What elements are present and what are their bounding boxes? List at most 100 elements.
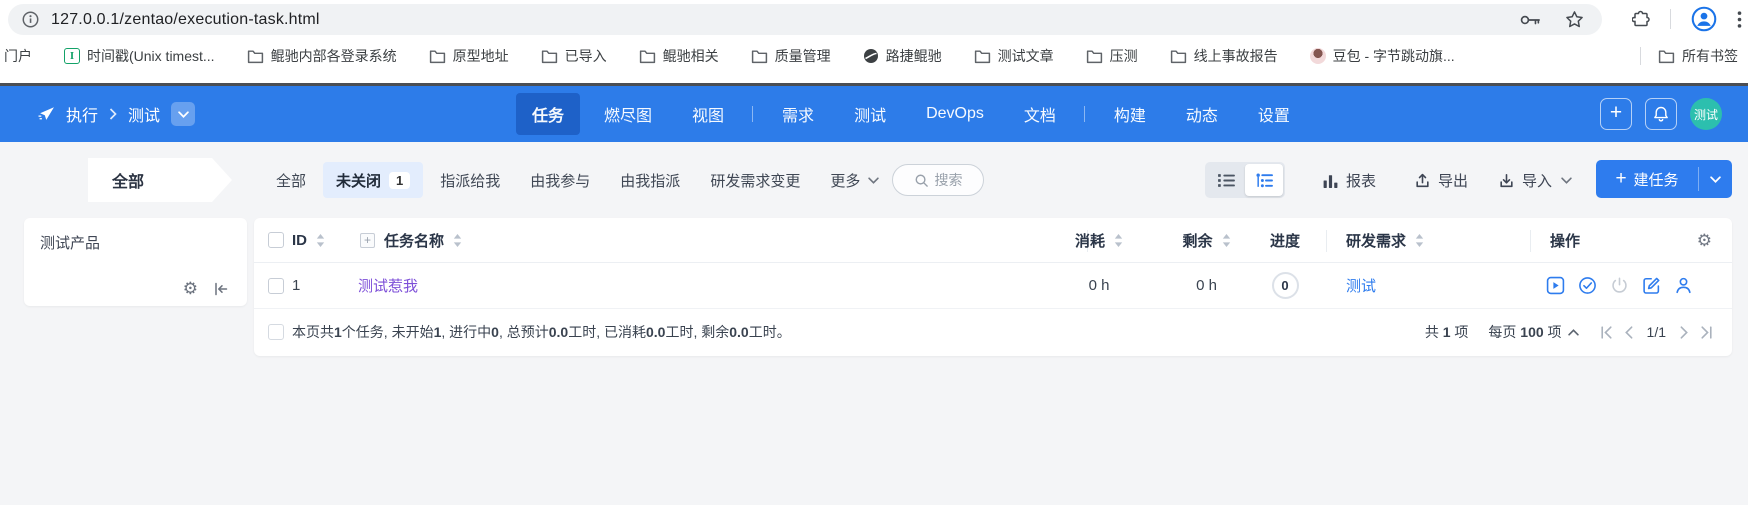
address-bar[interactable]: 127.0.0.1/zentao/execution-task.html <box>8 4 1602 35</box>
finish-task-icon[interactable] <box>1578 276 1597 295</box>
bookmark-item[interactable]: I 鲲驰相关 <box>639 46 719 66</box>
report-button[interactable]: 报表 <box>1322 162 1376 198</box>
filter-tab[interactable]: 由我参与 <box>517 162 603 198</box>
nav-item[interactable]: 动态 <box>1170 93 1234 135</box>
create-task-button[interactable]: + 建任务 <box>1596 160 1732 198</box>
nav-item[interactable]: 任务 <box>516 93 581 135</box>
close-task-icon[interactable] <box>1610 276 1629 295</box>
nav-item[interactable]: 视图 <box>676 93 740 135</box>
notifications-bell-icon[interactable] <box>1645 98 1677 130</box>
filter-tab[interactable]: 更多 <box>817 162 892 198</box>
requirement-link[interactable]: 测试 <box>1346 263 1376 308</box>
folder-icon <box>247 49 264 64</box>
column-actions: 操作 <box>1550 232 1581 250</box>
expand-all-icon[interactable]: + <box>360 232 375 248</box>
user-avatar[interactable]: 测试 <box>1690 98 1722 130</box>
bookmark-item[interactable]: I 路捷鲲驰 <box>863 46 942 66</box>
nav-item[interactable]: 燃尽图 <box>588 93 668 135</box>
column-consumed[interactable]: 消耗 <box>1044 218 1154 262</box>
next-page-button[interactable] <box>1676 325 1691 340</box>
task-name-link[interactable]: 测试惹我 <box>358 263 418 308</box>
nav-item[interactable]: 需求 <box>752 93 830 135</box>
sort-icon[interactable] <box>1222 233 1231 247</box>
assign-task-icon[interactable] <box>1674 276 1693 295</box>
global-add-button[interactable]: + <box>1600 98 1632 130</box>
extensions-icon[interactable] <box>1632 10 1650 28</box>
export-button[interactable]: 导出 <box>1414 162 1468 198</box>
plus-icon: + <box>1615 168 1627 189</box>
table-header: ID + 任务名称 消耗 剩余 进度 研发需求 操作 ⚙ <box>254 218 1732 263</box>
project-switch-caret[interactable] <box>171 102 196 126</box>
bookmark-star-icon[interactable] <box>1565 10 1584 29</box>
filter-tab[interactable]: 指派给我 <box>427 162 513 198</box>
search-input[interactable]: 搜索 <box>892 164 984 196</box>
bookmark-item[interactable]: I 豆包 - 字节跳动旗... <box>1309 46 1455 66</box>
sort-icon[interactable] <box>1415 233 1424 247</box>
bookmark-item[interactable]: I 压测 <box>1086 46 1138 66</box>
sidebar-collapse-icon[interactable] <box>213 281 229 297</box>
column-remaining[interactable]: 剩余 <box>1159 218 1254 262</box>
nav-item[interactable]: 文档 <box>1008 93 1072 135</box>
task-table: ID + 任务名称 消耗 剩余 进度 研发需求 操作 ⚙ 1 测试惹我 0 h … <box>254 218 1732 356</box>
sidebar-item-product[interactable]: 测试产品 <box>24 218 247 253</box>
search-icon <box>914 173 929 188</box>
bookmark-item[interactable]: I 门户 <box>4 46 32 66</box>
bookmark-item[interactable]: I 时间戳(Unix timest... <box>64 46 215 66</box>
bookmark-item[interactable]: I 已导入 <box>541 46 607 66</box>
column-progress[interactable]: 进度 <box>1249 218 1321 262</box>
bookmark-item[interactable]: I 原型地址 <box>429 46 509 66</box>
filter-tab[interactable]: 由我指派 <box>607 162 693 198</box>
footer-checkbox[interactable] <box>268 324 284 340</box>
list-view-button[interactable] <box>1207 164 1245 196</box>
nav-item[interactable]: 设置 <box>1242 93 1306 135</box>
column-name[interactable]: 任务名称 <box>384 218 462 262</box>
column-requirement[interactable]: 研发需求 <box>1346 218 1424 262</box>
folder-icon <box>639 49 656 64</box>
tree-view-button[interactable] <box>1245 164 1283 196</box>
last-page-button[interactable] <box>1699 325 1714 340</box>
task-row: 1 测试惹我 0 h 0 h 0 测试 <box>254 263 1732 309</box>
chevron-down-icon[interactable] <box>1561 176 1572 184</box>
password-key-icon[interactable] <box>1520 14 1541 26</box>
browser-toolbar: 127.0.0.1/zentao/execution-task.html <box>0 0 1748 38</box>
prev-page-button[interactable] <box>1622 325 1637 340</box>
sidebar-header[interactable]: 全部 <box>88 158 232 202</box>
row-checkbox[interactable] <box>268 277 284 294</box>
sort-icon[interactable] <box>453 233 462 247</box>
bookmark-item[interactable]: I 线上事故报告 <box>1170 46 1278 66</box>
import-button[interactable]: 导入 <box>1498 162 1572 198</box>
import-icon <box>1498 172 1515 189</box>
task-consumed: 0 h <box>1088 277 1110 294</box>
globe-icon <box>863 48 879 64</box>
nav-item[interactable]: 测试 <box>838 93 902 135</box>
bookmark-item[interactable]: I 所有书签 <box>1640 46 1738 66</box>
nav-item[interactable]: 构建 <box>1083 93 1162 135</box>
breadcrumb-separator-icon <box>109 108 117 120</box>
project-label[interactable]: 测试 <box>128 102 160 126</box>
create-task-caret[interactable] <box>1699 160 1732 198</box>
bookmark-item[interactable]: I 鲲驰内部各登录系统 <box>247 46 397 66</box>
url-text[interactable]: 127.0.0.1/zentao/execution-task.html <box>51 11 1520 29</box>
sort-icon[interactable] <box>1114 233 1123 247</box>
bookmark-item[interactable]: I 测试文章 <box>974 46 1054 66</box>
bookmark-item[interactable]: I 质量管理 <box>751 46 831 66</box>
site-info-icon[interactable] <box>22 11 39 28</box>
sort-icon[interactable] <box>316 233 325 247</box>
app-label[interactable]: 执行 <box>66 102 98 126</box>
start-task-icon[interactable] <box>1546 276 1565 295</box>
sidebar-settings-gear-icon[interactable]: ⚙ <box>183 280 198 297</box>
browser-menu-icon[interactable] <box>1737 10 1742 28</box>
browser-profile-icon[interactable] <box>1691 6 1717 32</box>
page-size-select[interactable]: 每页 100 项 <box>1488 322 1579 342</box>
column-id[interactable]: ID <box>292 218 325 262</box>
select-all-checkbox[interactable] <box>268 232 284 248</box>
filter-tab[interactable]: 研发需求变更 <box>697 162 813 198</box>
column-settings-gear-icon[interactable]: ⚙ <box>1697 218 1712 262</box>
filter-tab[interactable]: 未关闭 1 <box>323 162 424 198</box>
nav-item[interactable]: DevOps <box>910 93 1000 135</box>
sidebar-panel: 测试产品 ⚙ <box>24 218 247 306</box>
first-page-button[interactable] <box>1599 325 1614 340</box>
edit-task-icon[interactable] <box>1642 276 1661 295</box>
filter-tab[interactable]: 全部 <box>263 162 319 198</box>
execution-icon <box>38 106 55 123</box>
